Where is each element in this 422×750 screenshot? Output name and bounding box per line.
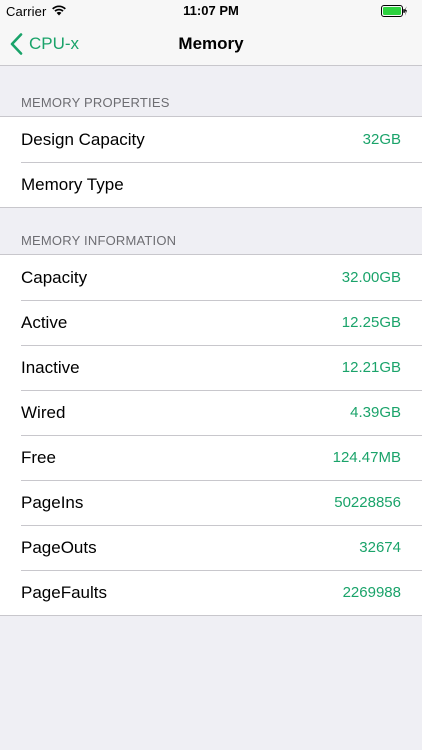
row-label: Active <box>21 313 68 332</box>
table-row: PageOuts 32674 <box>0 525 422 570</box>
table-row: Inactive 12.21GB <box>0 345 422 390</box>
row-label: Capacity <box>21 268 88 287</box>
table-row: Design Capacity 32GB <box>0 117 422 162</box>
row-value: 12.25GB <box>341 314 401 331</box>
row-label: PageIns <box>21 493 84 512</box>
row-value: 32GB <box>362 131 401 148</box>
row-label: PageOuts <box>21 538 97 557</box>
memory-properties-group: Design Capacity 32GB Memory Type <box>0 116 422 208</box>
section-header-memory-properties: MEMORY PROPERTIES <box>21 95 170 110</box>
row-label: Inactive <box>21 358 80 377</box>
table-row: PageFaults 2269988 <box>0 570 422 615</box>
row-value: 2269988 <box>342 584 401 601</box>
table-row: Wired 4.39GB <box>0 390 422 435</box>
row-label: PageFaults <box>21 583 107 602</box>
row-label: Free <box>21 448 56 467</box>
row-value: 124.47MB <box>332 449 401 466</box>
table-row: PageIns 50228856 <box>0 480 422 525</box>
memory-information-group: Capacity 32.00GB Active 12.25GB Inactive… <box>0 254 422 616</box>
table-row: Free 124.47MB <box>0 435 422 480</box>
row-value: 32.00GB <box>341 269 401 286</box>
navigation-bar: CPU-x Memory <box>0 22 422 66</box>
page-title: Memory <box>178 34 244 53</box>
section-header-memory-information: MEMORY INFORMATION <box>21 233 177 248</box>
row-value: 4.39GB <box>350 404 401 421</box>
row-label: Design Capacity <box>21 130 145 149</box>
row-value: 50228856 <box>334 494 401 511</box>
row-value: 12.21GB <box>341 359 401 376</box>
row-label: Memory Type <box>21 175 124 194</box>
battery-icon <box>381 5 407 17</box>
status-time: 11:07 PM <box>183 3 239 18</box>
status-bar: Carrier 11:07 PM <box>0 0 422 22</box>
table-row: Capacity 32.00GB <box>0 255 422 300</box>
table-row: Memory Type <box>0 162 422 207</box>
row-label: Wired <box>21 403 66 422</box>
table-row: Active 12.25GB <box>0 300 422 345</box>
row-value: 32674 <box>359 539 401 556</box>
